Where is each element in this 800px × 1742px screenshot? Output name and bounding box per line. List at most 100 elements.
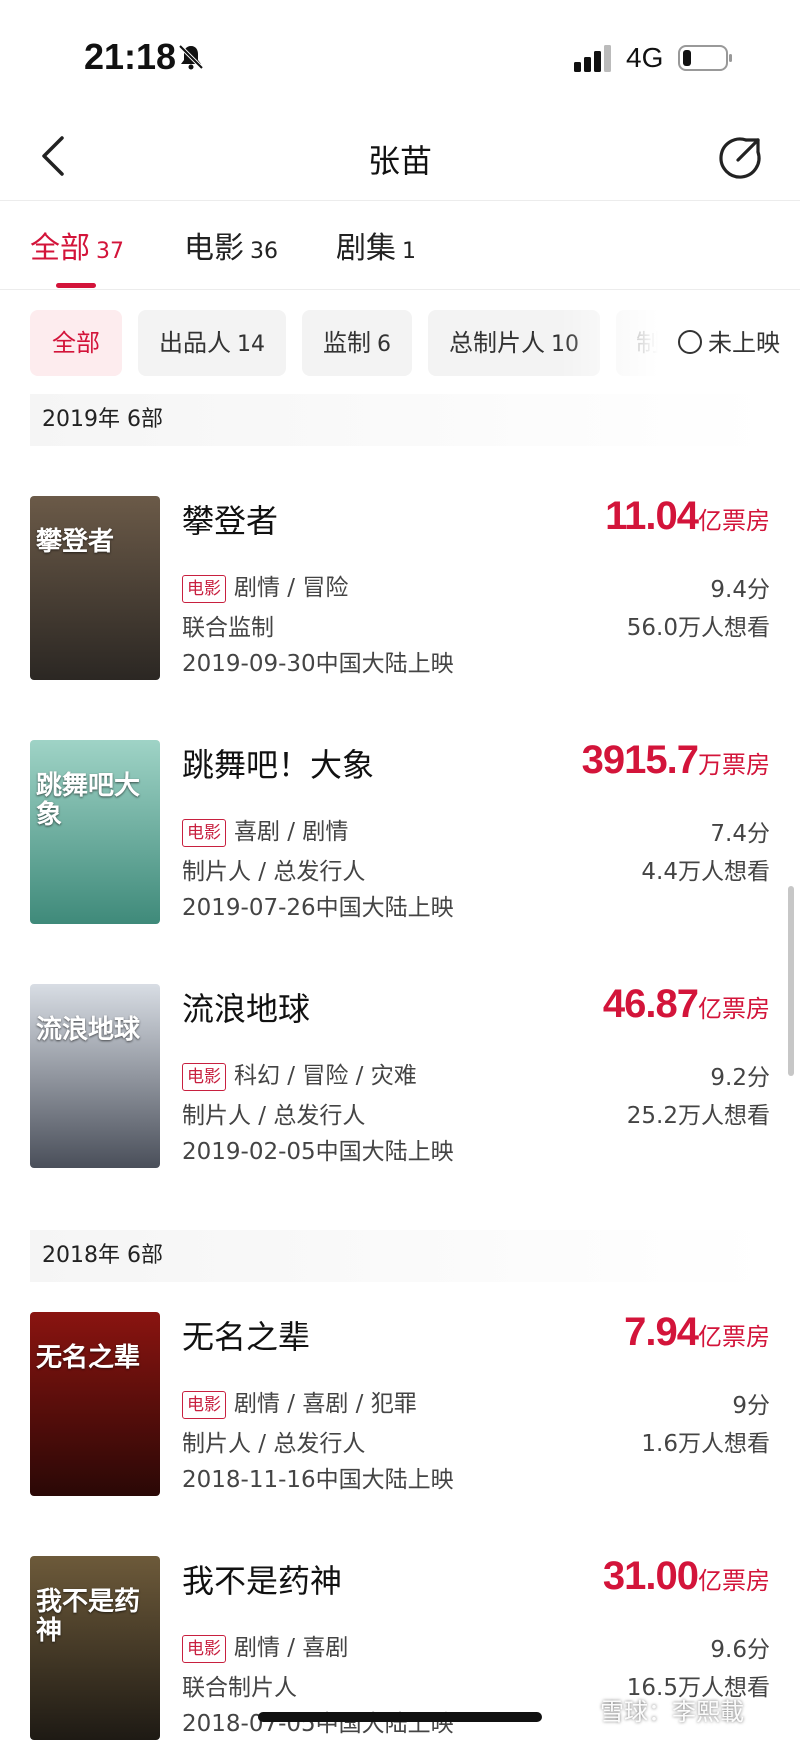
tab-label: 剧集 (336, 231, 396, 266)
box-office-unit: 亿票房 (698, 1567, 770, 1595)
movie-score: 9.2分 (710, 1065, 770, 1091)
movie-release-date: 2019-09-30中国大陆上映 (182, 651, 454, 677)
poster-title: 攀登者 (36, 527, 115, 557)
year-header-2018: 2018年 6部 (30, 1230, 770, 1282)
box-office: 3915.7万票房 (582, 738, 770, 783)
filter-chip-supervisor[interactable]: 监制 6 (302, 310, 412, 376)
type-badge: 电影 (182, 574, 226, 603)
filter-chip-producer[interactable]: 出品人 14 (138, 310, 286, 376)
movie-role: 联合制片人 (182, 1675, 297, 1701)
box-office-unit: 亿票房 (698, 995, 770, 1023)
tab-label: 全部 (30, 231, 90, 266)
movie-want-count: 25.2万人想看 (626, 1103, 770, 1129)
movie-score: 9.6分 (710, 1637, 770, 1663)
type-badge: 电影 (182, 1634, 226, 1663)
poster-title: 跳舞吧大象 (36, 771, 141, 830)
movie-genres: 剧情 / 喜剧 (234, 1635, 349, 1661)
chip-label: 出品人 (159, 329, 231, 357)
movie-item[interactable]: 流浪地球 流浪地球 46.87亿票房 电影 科幻 / 冒险 / 灾难 9.2分 制… (30, 982, 770, 1170)
movie-score: 9.4分 (710, 577, 770, 603)
chip-count: 6 (377, 332, 391, 357)
unreleased-label: 未上映 (708, 329, 780, 357)
signal-icon (574, 45, 611, 72)
tab-all[interactable]: 全部 37 (30, 223, 124, 267)
movie-meta: 电影 喜剧 / 剧情 (182, 812, 348, 847)
year-header-2019: 2019年 6部 (30, 394, 770, 446)
box-office: 46.87亿票房 (603, 982, 770, 1027)
status-time: 21:18 (84, 36, 177, 77)
filter-chip-all[interactable]: 全部 (30, 310, 122, 376)
movie-meta: 电影 剧情 / 喜剧 (182, 1628, 348, 1663)
box-office-value: 3915.7 (581, 738, 699, 782)
box-office-value: 11.04 (605, 494, 699, 538)
movie-genres: 剧情 / 喜剧 / 犯罪 (234, 1391, 417, 1417)
movie-meta: 电影 剧情 / 喜剧 / 犯罪 (182, 1384, 417, 1419)
movie-poster: 我不是药神 (30, 1556, 160, 1740)
box-office-unit: 万票房 (698, 751, 770, 779)
scrollbar[interactable] (788, 886, 794, 1076)
role-filters: 全部 出品人14 监制6 总制片人10 制 未上映 (0, 310, 800, 376)
box-office-unit: 亿票房 (698, 507, 770, 535)
bell-off-icon (178, 44, 204, 70)
battery-icon (678, 45, 732, 71)
tab-count: 37 (96, 239, 124, 264)
movie-title: 跳舞吧！大象 (182, 746, 375, 784)
movie-role: 联合监制 (182, 615, 274, 641)
tab-count: 1 (402, 239, 416, 264)
share-icon[interactable] (716, 134, 764, 182)
movie-poster: 跳舞吧大象 (30, 740, 160, 924)
movie-role: 制片人 / 总发行人 (182, 859, 366, 885)
movie-want-count: 1.6万人想看 (641, 1431, 770, 1457)
movie-poster: 无名之辈 (30, 1312, 160, 1496)
movie-title: 攀登者 (182, 502, 279, 540)
movie-genres: 喜剧 / 剧情 (234, 819, 349, 845)
movie-genres: 剧情 / 冒险 (234, 575, 349, 601)
type-badge: 电影 (182, 1390, 226, 1419)
movie-release-date: 2018-11-16中国大陆上映 (182, 1467, 454, 1493)
home-indicator[interactable] (258, 1712, 542, 1722)
movie-genres: 科幻 / 冒险 / 灾难 (234, 1063, 417, 1089)
tab-series[interactable]: 剧集 1 (336, 223, 416, 267)
movie-item[interactable]: 跳舞吧大象 跳舞吧！大象 3915.7万票房 电影 喜剧 / 剧情 7.4分 制片… (30, 738, 770, 926)
tab-count: 36 (250, 239, 278, 264)
movie-role: 制片人 / 总发行人 (182, 1431, 366, 1457)
unreleased-toggle[interactable]: 未上映 (678, 310, 780, 376)
movie-item[interactable]: 攀登者 攀登者 11.04亿票房 电影 剧情 / 冒险 9.4分 联合监制 56.… (30, 494, 770, 682)
category-tabs: 全部 37 电影 36 剧集 1 (0, 201, 800, 290)
movie-meta: 电影 剧情 / 冒险 (182, 568, 348, 603)
tab-indicator (56, 283, 96, 288)
movie-meta: 电影 科幻 / 冒险 / 灾难 (182, 1056, 417, 1091)
movie-title: 我不是药神 (182, 1562, 343, 1600)
movie-release-date: 2019-07-26中国大陆上映 (182, 895, 454, 921)
chip-label: 总制片人 (449, 329, 545, 357)
movie-score: 9分 (732, 1393, 770, 1419)
movie-want-count: 4.4万人想看 (641, 859, 770, 885)
tab-movies[interactable]: 电影 36 (184, 223, 278, 267)
movie-score: 7.4分 (710, 821, 770, 847)
poster-title: 流浪地球 (36, 1015, 141, 1045)
chip-label: 全部 (52, 329, 100, 357)
type-badge: 电影 (182, 818, 226, 847)
chip-label: 监制 (323, 329, 371, 357)
movie-release-date: 2019-02-05中国大陆上映 (182, 1139, 454, 1165)
box-office: 31.00亿票房 (603, 1554, 770, 1599)
movie-want-count: 56.0万人想看 (626, 615, 770, 641)
watermark: 雪球：李熙載 (600, 1698, 744, 1726)
box-office-value: 31.00 (602, 1554, 699, 1598)
box-office-value: 7.94 (624, 1310, 699, 1354)
movie-poster: 攀登者 (30, 496, 160, 680)
movie-title: 无名之辈 (182, 1318, 311, 1356)
chip-count: 14 (237, 332, 265, 357)
status-bar: 21:18 4G (0, 0, 800, 110)
network-type: 4G (626, 42, 664, 73)
box-office: 7.94亿票房 (624, 1310, 770, 1355)
type-badge: 电影 (182, 1062, 226, 1091)
box-office: 11.04亿票房 (605, 494, 770, 539)
box-office-unit: 亿票房 (698, 1323, 770, 1351)
tab-label: 电影 (184, 231, 244, 266)
movie-item[interactable]: 无名之辈 无名之辈 7.94亿票房 电影 剧情 / 喜剧 / 犯罪 9分 制片人 … (30, 1310, 770, 1498)
poster-title: 我不是药神 (36, 1587, 141, 1646)
nav-bar: 张苗 (0, 110, 800, 201)
radio-icon (678, 330, 702, 354)
movie-title: 流浪地球 (182, 990, 311, 1028)
